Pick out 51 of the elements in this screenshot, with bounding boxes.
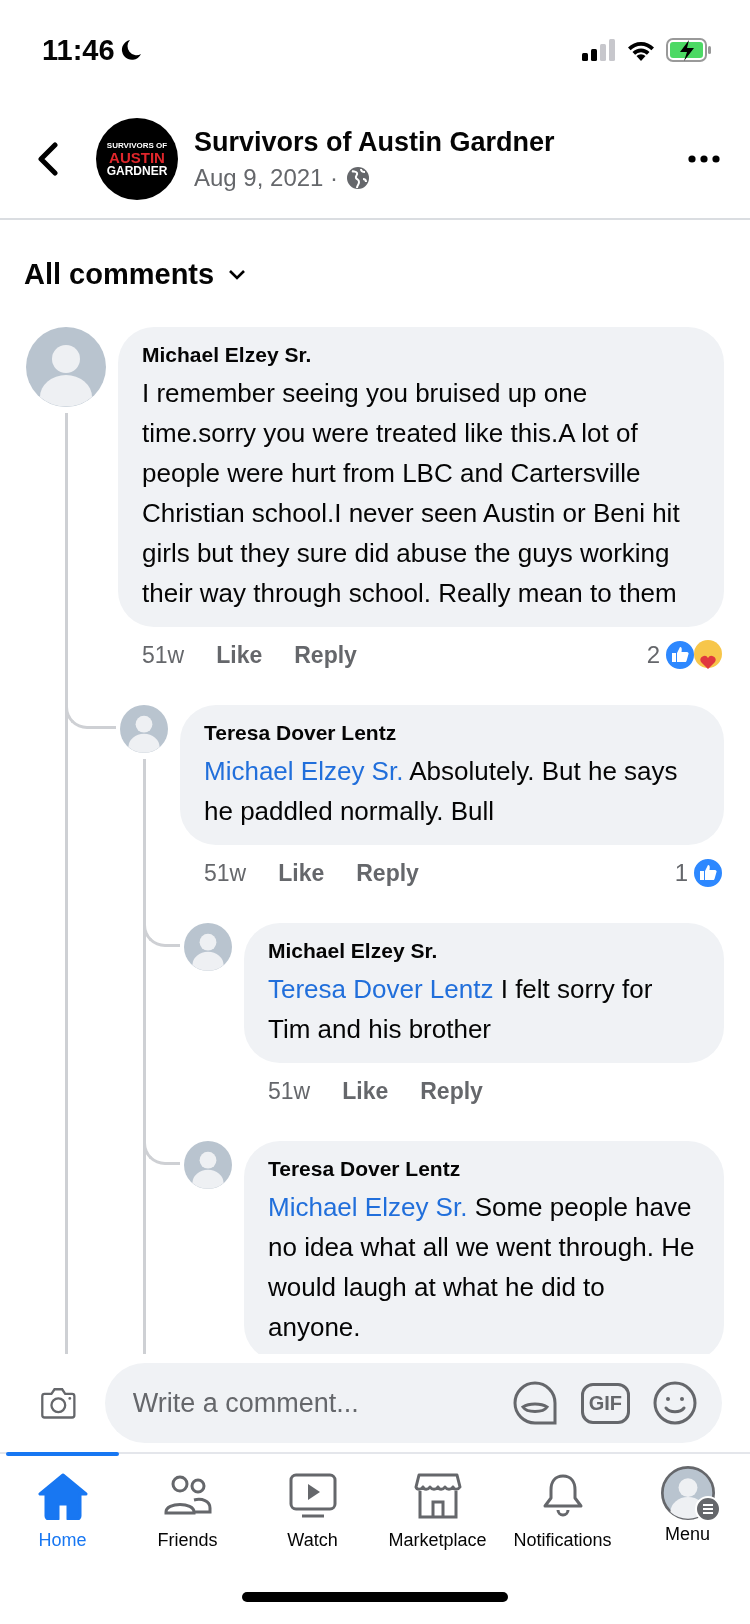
status-time: 11:46 [42,33,115,67]
mention-link[interactable]: Michael Elzey Sr. [268,1192,468,1222]
wifi-icon [626,39,656,61]
emoji-icon[interactable] [652,1380,698,1426]
moon-icon [120,38,143,62]
reaction-count: 1 [674,859,688,887]
comment-time: 51w [204,859,247,887]
post-date: Aug 9, 2021 · [194,163,339,192]
signal-icon [582,39,616,61]
reaction-count: 2 [646,641,660,669]
comment-text: Teresa Dover Lentz I felt sorry for Tim and his brother [268,973,654,1046]
page-title[interactable]: Survivors of Austin Gardner [194,126,688,158]
comment-text: Michael Elzey Sr. Some people have no idea what all we went through. He would laugh at what he did to anyone. [268,1191,696,1344]
comment-author[interactable]: Michael Elzey Sr. [142,343,700,367]
battery-charging-icon [666,38,712,62]
comment-text: I remember seeing you bruised up one time.sorry you were treated like this.A lot of people were hurt from LBC and Cartersville Christian school.I never seen Austin or Beni hit girls but they sure did abuse the guys working their way through school. Really mean to them [142,377,681,610]
nav-tab[interactable]: Watch [250,1454,375,1570]
like-button[interactable]: Like [278,859,325,887]
comment-filter-dropdown[interactable]: All comments [24,258,247,291]
globe-icon [346,165,371,190]
care-reaction-icon [692,639,724,671]
nav-tab[interactable]: Notifications [500,1454,625,1570]
reply-button[interactable]: Reply [294,641,357,669]
gif-button[interactable]: GIF [580,1382,630,1424]
video-icon [287,1472,338,1520]
like-reaction-icon [664,639,696,671]
page-logo[interactable]: SURVIVORS OF AUSTIN GARDNER [96,118,178,200]
comment-time: 51w [142,641,185,669]
nav-tab[interactable]: Menu [625,1454,750,1570]
more-icon[interactable] [688,155,720,163]
shop-icon [412,1472,463,1520]
comment-author[interactable]: Michael Elzey Sr. [268,939,700,963]
comment-time: 51w [268,1077,311,1105]
back-icon[interactable] [36,142,60,176]
caret-icon [228,268,247,281]
comment-text: Michael Elzey Sr. Absolutely. But he says he paddled normally. Bull [204,755,679,828]
comment-author[interactable]: Teresa Dover Lentz [204,721,700,745]
menu-icon [694,1496,721,1522]
nav-tab[interactable]: Friends [125,1454,250,1570]
mention-link[interactable]: Teresa Dover Lentz [268,974,494,1004]
home-icon [37,1472,88,1520]
like-reaction-icon [692,857,724,889]
like-button[interactable]: Like [342,1077,389,1105]
nav-tab[interactable]: Home [0,1454,125,1570]
mention-link[interactable]: Michael Elzey Sr. [204,756,404,786]
reply-button[interactable]: Reply [420,1077,483,1105]
reply-button[interactable]: Reply [356,859,419,887]
comment-input[interactable]: Write a comment... GIF [104,1363,722,1443]
nav-tab[interactable]: Marketplace [375,1454,500,1570]
comment-author[interactable]: Teresa Dover Lentz [268,1157,700,1181]
like-button[interactable]: Like [216,641,263,669]
